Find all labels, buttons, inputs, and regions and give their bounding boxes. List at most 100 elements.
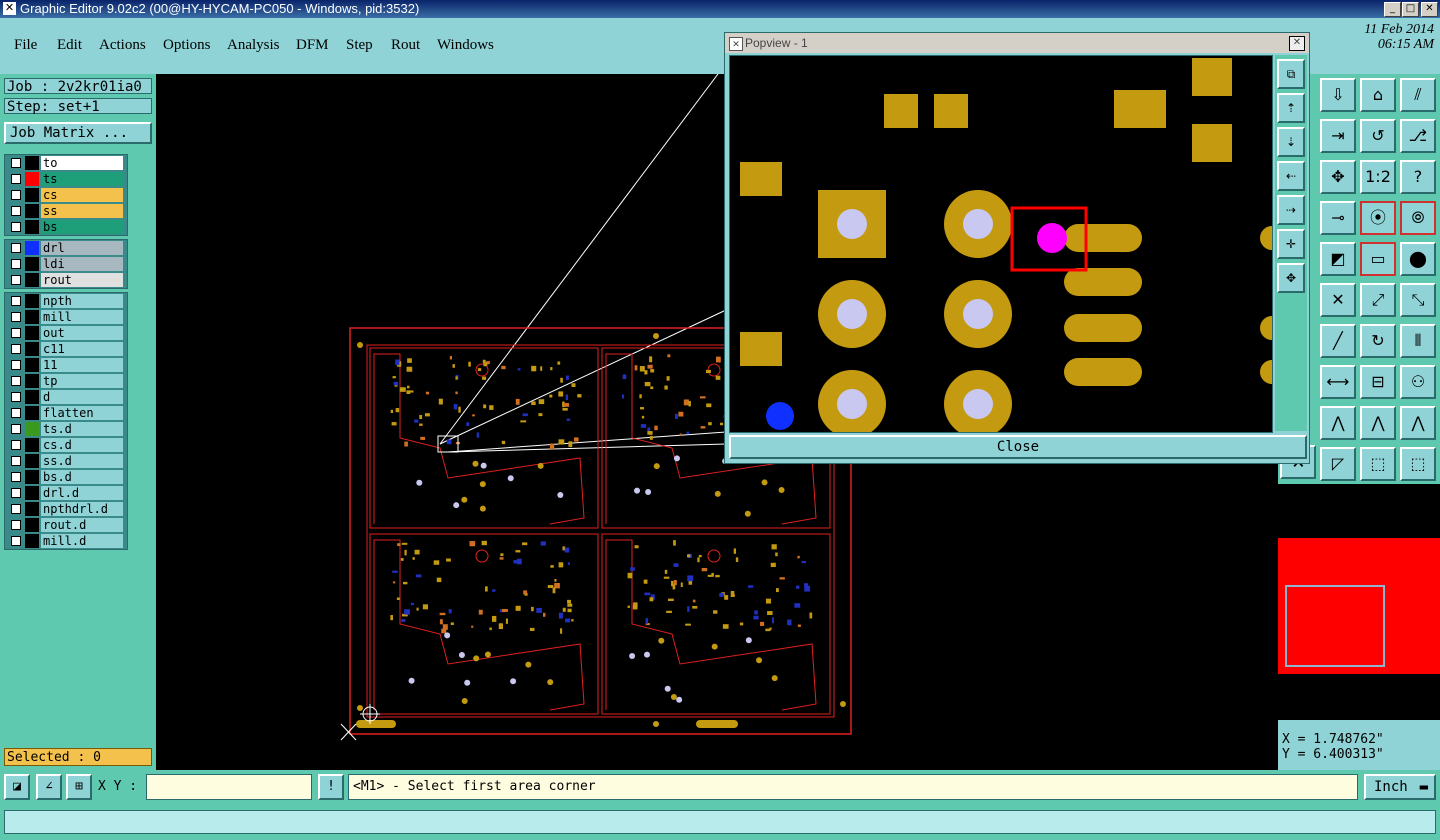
popview-titlebar[interactable]: ✕ Popview - 1 ✕	[725, 33, 1309, 53]
undo-icon[interactable]: ↺	[1360, 119, 1396, 153]
layer-checkbox[interactable]	[11, 275, 21, 285]
angle-icon[interactable]: ∠	[36, 774, 62, 800]
layer-name[interactable]: drl.d	[41, 486, 123, 500]
layer-checkbox[interactable]	[11, 206, 21, 216]
rotate-icon[interactable]: ↻	[1360, 324, 1396, 358]
layer-name[interactable]: cs	[41, 188, 123, 202]
layer-row-npthdrl-d[interactable]: npthdrl.d	[5, 501, 127, 517]
layer-row-11[interactable]: 11	[5, 357, 127, 373]
shape-icon[interactable]: ⚇	[1400, 365, 1436, 399]
grid-icon[interactable]: ⊞	[66, 774, 92, 800]
pad-icon[interactable]: ⬤	[1400, 242, 1436, 276]
layer-color-swatch[interactable]	[25, 188, 39, 202]
maximize-button[interactable]: □	[1402, 2, 1419, 17]
layer-row-ldi[interactable]: ldi	[5, 256, 127, 272]
measure-icon[interactable]: ▭	[1360, 242, 1396, 276]
layer-name[interactable]: c11	[41, 342, 123, 356]
layer-color-swatch[interactable]	[25, 172, 39, 186]
layer-name[interactable]: flatten	[41, 406, 123, 420]
help-icon[interactable]: ?	[1400, 160, 1436, 194]
layer-checkbox[interactable]	[11, 158, 21, 168]
layer-color-swatch[interactable]	[25, 358, 39, 372]
menu-actions[interactable]: Actions	[99, 37, 146, 54]
layer-row-ts-d[interactable]: ts.d	[5, 421, 127, 437]
menu-analysis[interactable]: Analysis	[227, 37, 280, 54]
layer-name[interactable]: d	[41, 390, 123, 404]
layer-color-swatch[interactable]	[25, 470, 39, 484]
layer-row-cs[interactable]: cs	[5, 187, 127, 203]
layer-name[interactable]: drl	[41, 241, 123, 255]
layer-color-swatch[interactable]	[25, 406, 39, 420]
layer-checkbox[interactable]	[11, 408, 21, 418]
arc2-icon[interactable]: ⋀	[1360, 406, 1396, 440]
layer-checkbox[interactable]	[11, 296, 21, 306]
pan-right-button[interactable]: ⇢	[1277, 195, 1305, 225]
layer-checkbox[interactable]	[11, 190, 21, 200]
layer-name[interactable]: ldi	[41, 257, 123, 271]
arc3-icon[interactable]: ⋀	[1400, 406, 1436, 440]
layer-color-swatch[interactable]	[25, 257, 39, 271]
select-icon[interactable]: ◩	[1320, 242, 1356, 276]
net-compare-icon[interactable]: ⦾	[1400, 201, 1436, 235]
layer-row-out[interactable]: out	[5, 325, 127, 341]
zoom-window-button[interactable]: ⧉	[1277, 59, 1305, 89]
pan-icon[interactable]: ✥	[1320, 160, 1356, 194]
layer-checkbox[interactable]	[11, 520, 21, 530]
scale-icon[interactable]: 1:2	[1360, 160, 1396, 194]
layer-color-swatch[interactable]	[25, 273, 39, 287]
layer-row-bs-d[interactable]: bs.d	[5, 469, 127, 485]
layer-name[interactable]: rout.d	[41, 518, 123, 532]
layer-row-rout-d[interactable]: rout.d	[5, 517, 127, 533]
layer-checkbox[interactable]	[11, 222, 21, 232]
layer-color-swatch[interactable]	[25, 342, 39, 356]
menu-rout[interactable]: Rout	[391, 37, 420, 54]
layer-row-npth[interactable]: npth	[5, 293, 127, 309]
layer-checkbox[interactable]	[11, 472, 21, 482]
unit-select[interactable]: Inch ▬	[1364, 774, 1436, 800]
layer-row-ss[interactable]: ss	[5, 203, 127, 219]
move-icon[interactable]: ⤢	[1360, 283, 1396, 317]
pointer-select-icon[interactable]: ⬚	[1400, 447, 1436, 481]
layer-color-swatch[interactable]	[25, 220, 39, 234]
popview-zoom[interactable]	[730, 56, 1272, 432]
layer-row-drl[interactable]: drl	[5, 240, 127, 256]
arc-icon[interactable]: ⋀	[1320, 406, 1356, 440]
xy-input[interactable]	[146, 774, 312, 800]
menu-windows[interactable]: Windows	[437, 37, 494, 54]
layer-name[interactable]: to	[41, 156, 123, 170]
array-icon[interactable]: ⫴	[1400, 324, 1436, 358]
layer-checkbox[interactable]	[11, 392, 21, 402]
layer-name[interactable]: ss.d	[41, 454, 123, 468]
layer-checkbox[interactable]	[11, 536, 21, 546]
layer-color-swatch[interactable]	[25, 390, 39, 404]
layer-checkbox[interactable]	[11, 440, 21, 450]
import-icon[interactable]: ⇥	[1320, 119, 1356, 153]
layer-row-ts[interactable]: ts	[5, 171, 127, 187]
layer-row-cs-d[interactable]: cs.d	[5, 437, 127, 453]
layer-color-swatch[interactable]	[25, 310, 39, 324]
layer-row-flatten[interactable]: flatten	[5, 405, 127, 421]
layer-color-swatch[interactable]	[25, 518, 39, 532]
close-window-button[interactable]: ✕	[1421, 2, 1438, 17]
layer-name[interactable]: out	[41, 326, 123, 340]
layer-row-to[interactable]: to	[5, 155, 127, 171]
snap-icon[interactable]: ◪	[4, 774, 30, 800]
snap-mode-icon[interactable]: ⎇	[1400, 119, 1436, 153]
net-icon[interactable]: ⦿	[1360, 201, 1396, 235]
pointer-box-icon[interactable]: ⬚	[1360, 447, 1396, 481]
probe-icon[interactable]: ⊸	[1320, 201, 1356, 235]
layer-name[interactable]: ss	[41, 204, 123, 218]
layer-row-mill[interactable]: mill	[5, 309, 127, 325]
pan-up-button[interactable]: ⇡	[1277, 93, 1305, 123]
layer-color-swatch[interactable]	[25, 486, 39, 500]
layer-name[interactable]: mill.d	[41, 534, 123, 548]
menu-options[interactable]: Options	[163, 37, 211, 54]
menu-edit[interactable]: Edit	[57, 37, 82, 54]
layer-name[interactable]: npthdrl.d	[41, 502, 123, 516]
popview-close-button[interactable]: Close	[729, 435, 1307, 459]
copy-icon[interactable]: ⤡	[1400, 283, 1436, 317]
layer-row-mill-d[interactable]: mill.d	[5, 533, 127, 549]
menu-step[interactable]: Step	[346, 37, 373, 54]
layer-color-swatch[interactable]	[25, 156, 39, 170]
layer-color-swatch[interactable]	[25, 294, 39, 308]
